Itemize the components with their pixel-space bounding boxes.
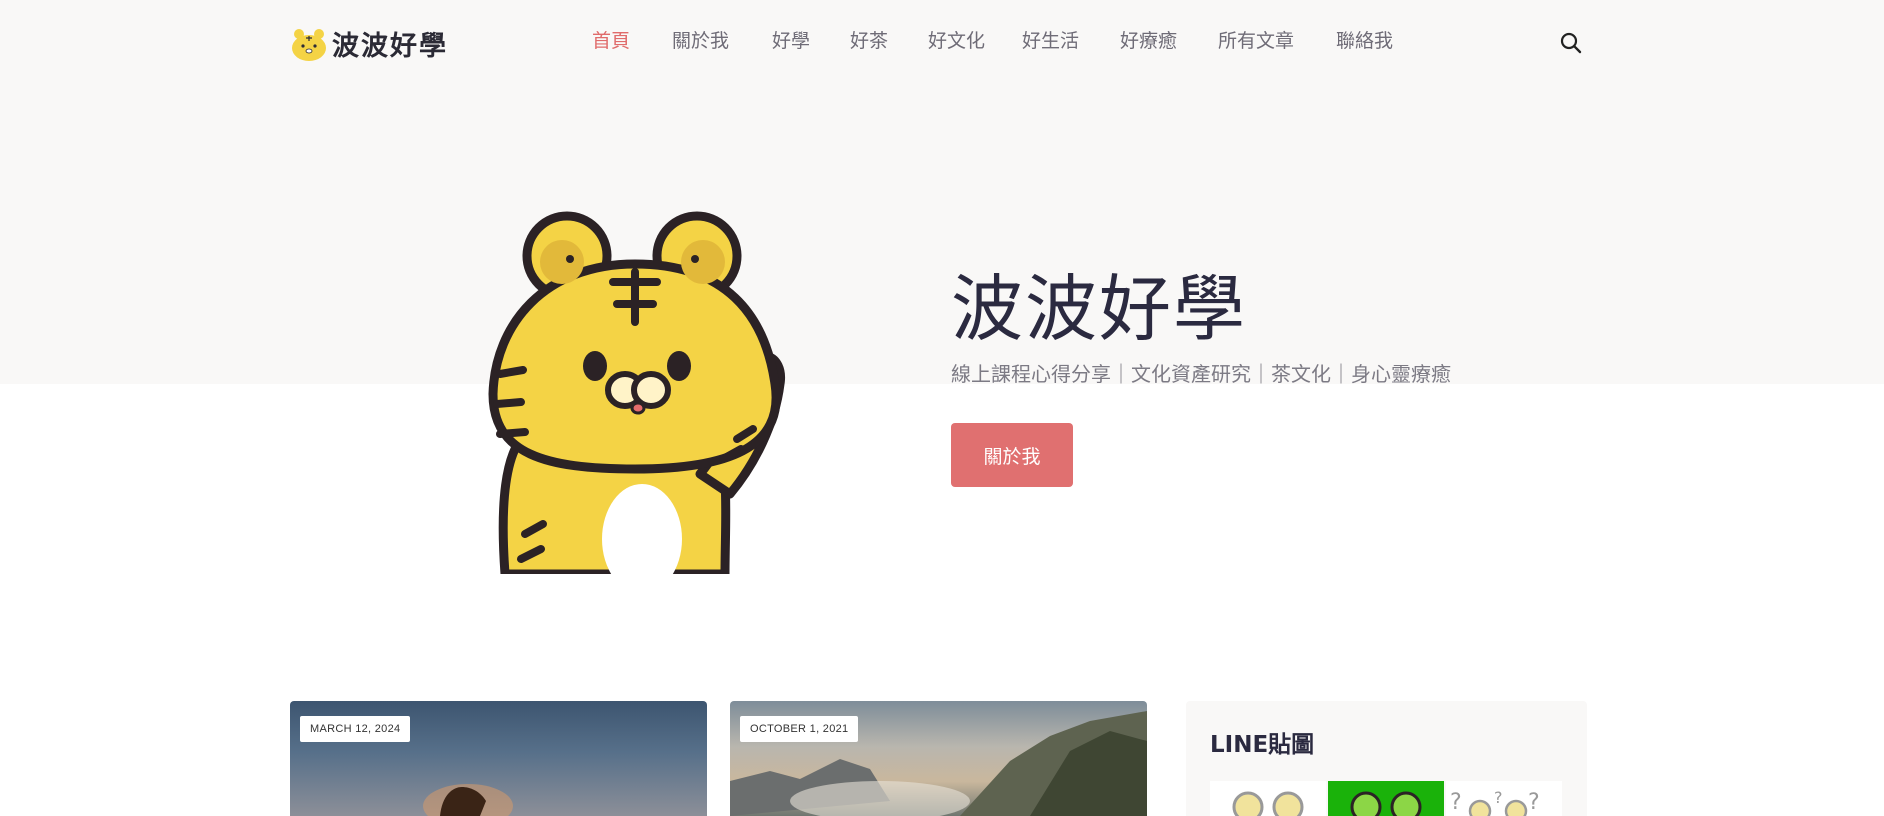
tiger-logo-icon [292,28,326,61]
about-me-button[interactable]: 關於我 [951,423,1073,487]
logo-text: 波波好學 [332,31,448,62]
sticker-image [1232,791,1304,816]
line-sticker-thumbnail[interactable] [1210,781,1326,816]
nav-item-healing[interactable]: 好療癒 [1120,26,1177,53]
sticker-image: ? ? ? [1450,788,1540,816]
sticker-image [1350,791,1422,816]
line-stickers-widget: LINE貼圖 ? ? ? [1186,701,1587,816]
post-card[interactable]: MARCH 12, 2024 [290,701,707,816]
widget-title: LINE貼圖 [1210,732,1315,758]
nav-item-home[interactable]: 首頁 [592,26,630,53]
search-icon [1560,32,1582,54]
nav-item-about[interactable]: 關於我 [672,26,729,53]
svg-text:?: ? [1528,790,1540,815]
post-date: OCTOBER 1, 2021 [740,716,859,742]
nav-item-life[interactable]: 好生活 [1022,26,1079,53]
svg-text:?: ? [1450,790,1462,815]
nav-item-learning[interactable]: 好學 [772,26,810,53]
site-logo[interactable]: 波波好學 [290,24,448,63]
svg-text:?: ? [1494,788,1503,807]
search-button[interactable] [1559,31,1583,55]
line-sticker-thumbnail[interactable]: ? ? ? [1446,781,1562,816]
nav-item-all-posts[interactable]: 所有文章 [1218,26,1294,53]
line-sticker-thumbnail[interactable] [1328,781,1444,816]
tiger-mascot-illustration [488,211,785,574]
nav-item-tea[interactable]: 好茶 [850,26,888,53]
post-card[interactable]: OCTOBER 1, 2021 [730,701,1147,816]
site-header: 波波好學 首頁 關於我 好學 好茶 好文化 好生活 好療癒 所有文章 聯絡我 [0,0,1884,84]
post-date: MARCH 12, 2024 [300,716,411,742]
nav-item-contact[interactable]: 聯絡我 [1336,26,1393,53]
nav-item-culture[interactable]: 好文化 [928,26,985,53]
hero-title: 波波好學 [951,267,1248,351]
hero-subtitle: 線上課程心得分享｜文化資產研究｜茶文化｜身心靈療癒 [951,362,1451,386]
